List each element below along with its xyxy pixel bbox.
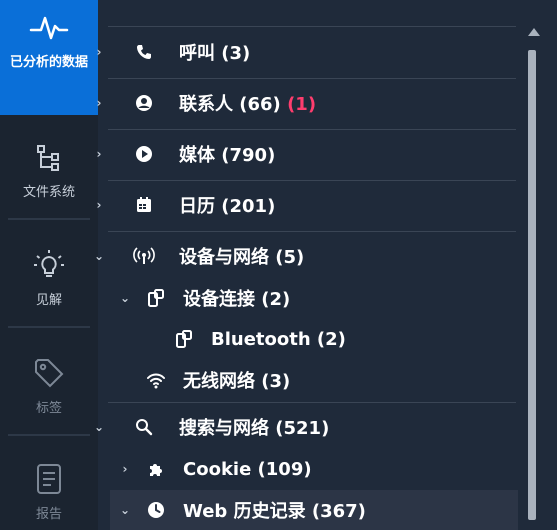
scroll-thumb[interactable]: [528, 50, 536, 520]
chevron-down-icon[interactable]: ⌄: [92, 249, 106, 263]
rail-divider: [8, 434, 90, 436]
tree-panel: › 呼叫 (3) › 联系人 (66) (1) › 媒体 (790) › 日历 …: [94, 0, 518, 530]
tree-item-devices-networks[interactable]: ⌄ 设备与网络 (5): [94, 231, 518, 281]
puzzle-icon: [146, 459, 166, 479]
calendar-icon: [134, 195, 154, 215]
tree-item-wireless[interactable]: 无线网络 (3): [98, 358, 518, 402]
scrollbar[interactable]: [518, 0, 557, 530]
clock-icon: [146, 500, 166, 520]
device-link-icon: [174, 329, 194, 349]
contacts-badge: (1): [287, 94, 317, 115]
rail-item-report[interactable]: 报告: [0, 450, 98, 530]
play-icon: [134, 144, 154, 164]
tree-item-label: Cookie (109): [183, 458, 312, 480]
tree-item-label: 日历 (201): [179, 196, 276, 217]
report-icon: [34, 462, 64, 500]
rail-label-filesystem: 文件系统: [22, 185, 75, 200]
tree-item-media[interactable]: › 媒体 (790): [97, 129, 518, 179]
tree-item-label: 呼叫 (3): [179, 43, 251, 64]
tree-item-web-history[interactable]: ⌄ Web 历史记录 (367): [110, 490, 518, 530]
rail-divider: [8, 326, 90, 328]
rail-item-tags[interactable]: 标签: [0, 344, 98, 430]
tree-item-label: 设备与网络 (5): [179, 247, 305, 268]
chevron-right-icon[interactable]: ›: [92, 198, 106, 212]
scroll-up-icon[interactable]: [528, 28, 540, 36]
tree-item-bluetooth[interactable]: Bluetooth (2): [98, 318, 518, 360]
tree-item-label: 无线网络 (3): [183, 371, 291, 392]
lightbulb-icon: [32, 248, 66, 286]
chevron-down-icon[interactable]: ⌄: [118, 291, 132, 305]
chevron-right-icon[interactable]: ›: [92, 147, 106, 161]
antenna-icon: [132, 246, 156, 266]
wifi-icon: [146, 370, 166, 390]
rail-divider: [8, 218, 90, 220]
left-rail: 已分析的数据 文件系统 见解 标签 报告: [0, 0, 98, 530]
tree-item-label: Bluetooth (2): [211, 328, 346, 350]
device-link-icon: [146, 288, 166, 308]
chevron-right-icon[interactable]: ›: [92, 45, 106, 59]
rail-label-insights: 见解: [35, 293, 62, 308]
tree-item-label: 联系人 (66): [179, 94, 281, 115]
rail-label-report: 报告: [35, 507, 62, 522]
chevron-right-icon[interactable]: ›: [118, 462, 132, 476]
rail-item-insights[interactable]: 见解: [0, 236, 98, 322]
chevron-down-icon[interactable]: ⌄: [118, 503, 132, 517]
pulse-icon: [29, 12, 69, 48]
tree-item-search-web[interactable]: ⌄ 搜索与网络 (521): [94, 402, 518, 452]
rail-item-analyzed-data[interactable]: 已分析的数据: [0, 0, 98, 115]
tree-item-contacts[interactable]: › 联系人 (66) (1): [97, 78, 518, 128]
tag-icon: [32, 356, 66, 394]
phone-icon: [134, 42, 154, 62]
chevron-down-icon[interactable]: ⌄: [92, 420, 106, 434]
tree-item-calls[interactable]: › 呼叫 (3): [97, 27, 518, 77]
rail-label-tags: 标签: [35, 401, 62, 416]
tree-item-calendar[interactable]: › 日历 (201): [97, 180, 518, 230]
filesystem-icon: [33, 142, 65, 178]
contact-icon: [134, 93, 154, 113]
tree-item-label: 媒体 (790): [179, 145, 276, 166]
rail-item-filesystem[interactable]: 文件系统: [0, 130, 98, 216]
chevron-right-icon[interactable]: ›: [92, 96, 106, 110]
tree-item-label: Web 历史记录 (367): [183, 501, 366, 522]
tree-item-cookie[interactable]: › Cookie (109): [98, 448, 518, 490]
tree-item-device-connections[interactable]: ⌄ 设备连接 (2): [98, 276, 518, 320]
tree-item-label: 设备连接 (2): [183, 289, 291, 310]
rail-label-analyzed-data: 已分析的数据: [9, 55, 88, 70]
search-icon: [134, 417, 154, 437]
tree-item-label: 搜索与网络 (521): [179, 418, 330, 439]
